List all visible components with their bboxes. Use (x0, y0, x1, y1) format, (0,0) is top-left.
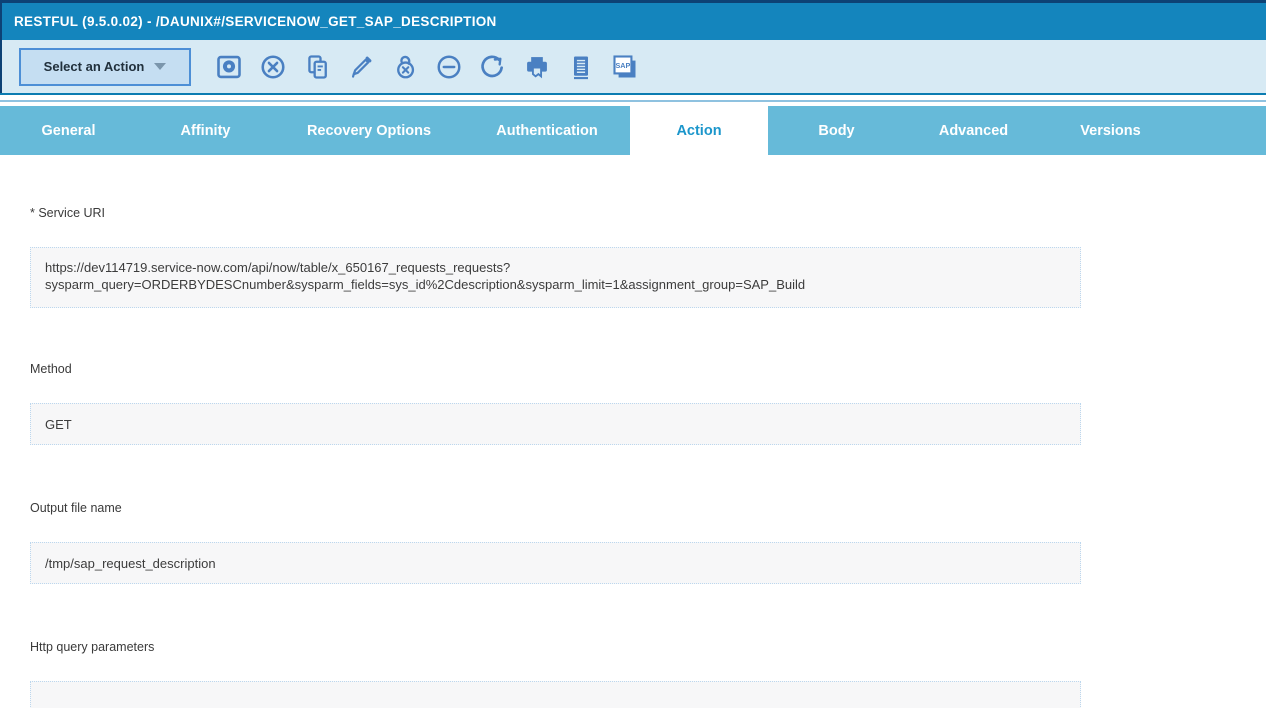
select-action-dropdown[interactable]: Select an Action (19, 48, 191, 86)
method-label: Method (30, 362, 72, 376)
kill-icon (259, 53, 287, 81)
sap-icon-label: SAP (615, 60, 630, 69)
hold-button[interactable] (214, 50, 244, 84)
tab-bar: General Affinity Recovery Options Authen… (0, 106, 1266, 155)
action-tab-panel: * Service URI https://dev114719.service-… (0, 155, 1266, 708)
tab-recovery-options[interactable]: Recovery Options (274, 106, 464, 155)
log-button[interactable] (566, 50, 596, 84)
tab-affinity[interactable]: Affinity (137, 106, 274, 155)
tab-general[interactable]: General (0, 106, 137, 155)
rerun-button[interactable] (478, 50, 508, 84)
free-button[interactable] (390, 50, 420, 84)
print-button[interactable] (522, 50, 552, 84)
undelete-button[interactable] (434, 50, 464, 84)
tab-versions[interactable]: Versions (1042, 106, 1179, 155)
tab-advanced[interactable]: Advanced (905, 106, 1042, 155)
copy-icon (303, 53, 331, 81)
edit-button[interactable] (346, 50, 376, 84)
print-icon (523, 53, 551, 81)
free-icon (391, 53, 419, 81)
select-action-label: Select an Action (44, 59, 145, 74)
chevron-down-icon (154, 63, 166, 70)
edit-icon (347, 53, 375, 81)
method-field[interactable]: GET (30, 403, 1081, 445)
http-query-parameters-label: Http query parameters (30, 640, 154, 654)
output-file-name-field[interactable]: /tmp/sap_request_description (30, 542, 1081, 584)
output-file-name-label: Output file name (30, 501, 122, 515)
undelete-icon (435, 53, 463, 81)
tab-body[interactable]: Body (768, 106, 905, 155)
log-icon (567, 53, 595, 81)
hold-icon (215, 53, 243, 81)
sap-button[interactable]: SAP (610, 50, 640, 84)
tab-action[interactable]: Action (630, 106, 768, 155)
window-title-bar: RESTFUL (9.5.0.02) - /DAUNIX#/SERVICENOW… (0, 3, 1266, 40)
service-uri-field[interactable]: https://dev114719.service-now.com/api/no… (30, 247, 1081, 308)
window-title: RESTFUL (9.5.0.02) - /DAUNIX#/SERVICENOW… (14, 14, 497, 29)
http-query-parameters-field[interactable] (30, 681, 1081, 708)
toolbar-icons: SAP (207, 50, 647, 84)
sap-icon: SAP (611, 53, 639, 81)
toolbar: Select an Action (0, 40, 1266, 93)
service-uri-label: * Service URI (30, 206, 105, 220)
rerun-icon (479, 53, 507, 81)
copy-button[interactable] (302, 50, 332, 84)
kill-button[interactable] (258, 50, 288, 84)
tab-authentication[interactable]: Authentication (464, 106, 630, 155)
